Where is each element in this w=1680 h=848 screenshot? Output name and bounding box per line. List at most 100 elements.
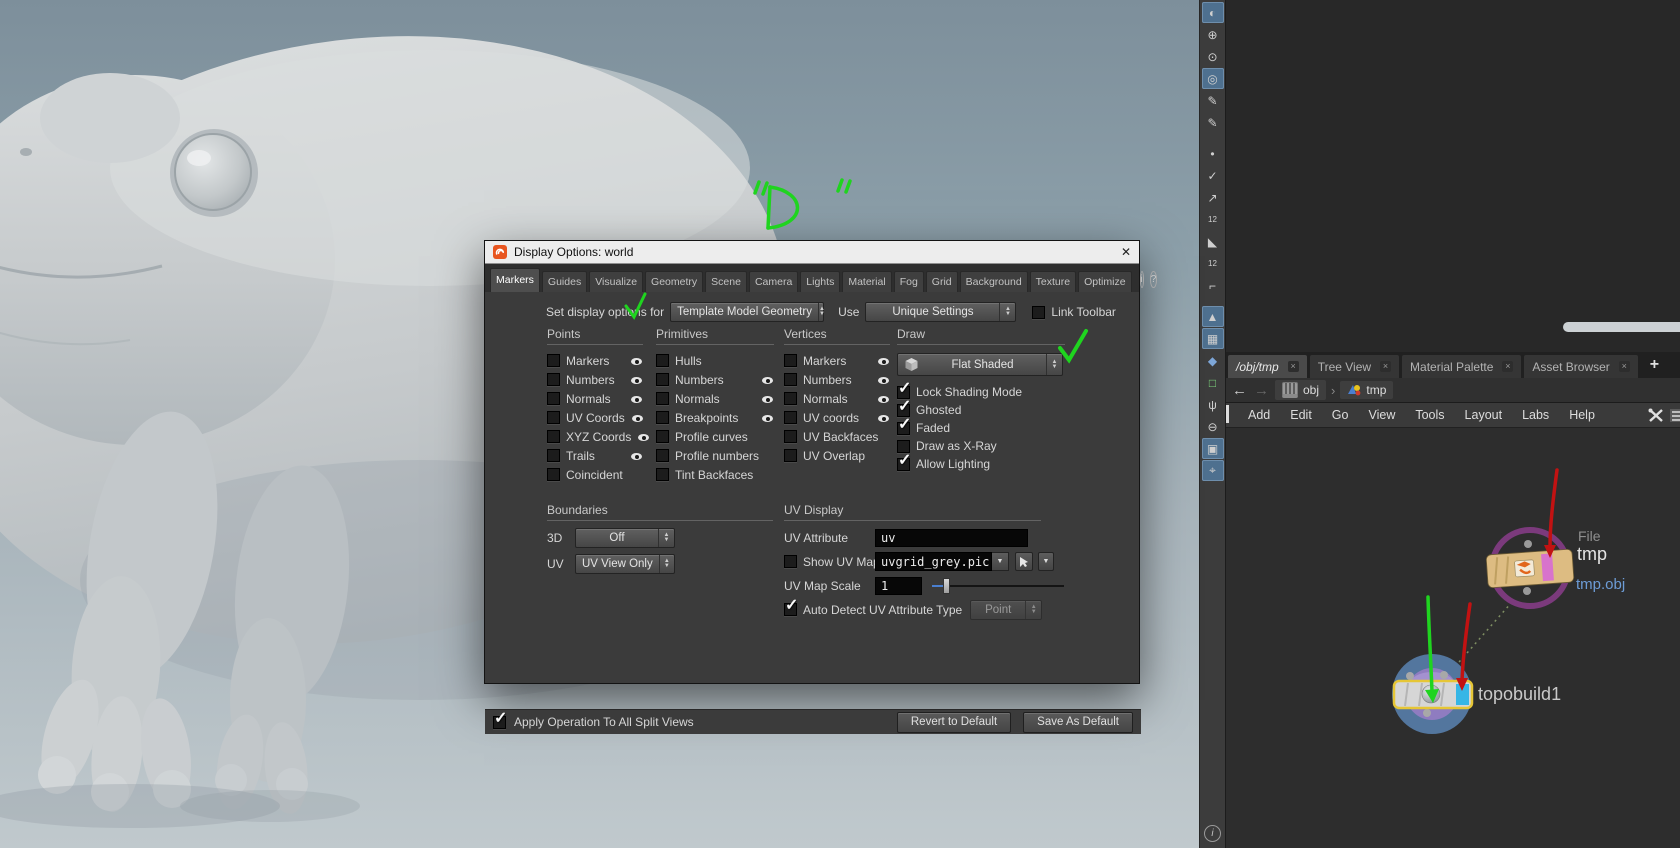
uv-attribute-input[interactable] [875, 529, 1028, 547]
node-name-label[interactable]: topobuild1 [1478, 684, 1561, 705]
spinner-icon[interactable]: ▲▼ [818, 303, 825, 321]
eye-icon[interactable] [630, 355, 643, 367]
node-topobuild1[interactable] [1392, 654, 1472, 734]
scrollbar-thumb[interactable] [1226, 405, 1229, 423]
close-icon[interactable]: ✕ [1121, 246, 1131, 258]
checkbox[interactable]: ✓ [784, 449, 797, 462]
checkbox[interactable]: ✓ [784, 354, 797, 367]
dialog-tab[interactable]: Grid [926, 271, 958, 292]
eye-icon[interactable] [637, 431, 643, 443]
forward-icon[interactable]: → [1253, 382, 1270, 399]
dialog-tab[interactable]: Camera [749, 271, 798, 292]
view-camera-icon[interactable]: ◎ [1202, 68, 1224, 89]
checkbox[interactable]: ✓ [784, 392, 797, 405]
dialog-tab[interactable]: Lights [800, 271, 840, 292]
dialog-tab[interactable]: Optimize [1078, 271, 1131, 292]
menu-item[interactable]: Layout [1455, 408, 1513, 422]
auto-detect-checkbox[interactable]: ✓ [784, 603, 797, 616]
dialog-tab[interactable]: Fog [894, 271, 924, 292]
eye-icon[interactable] [631, 412, 643, 424]
node-file-tmp[interactable] [1486, 530, 1574, 606]
close-tab-icon[interactable]: × [1502, 361, 1513, 372]
close-tab-icon[interactable]: × [1380, 361, 1391, 372]
uv-map-combo[interactable]: uvgrid_grey.pic ▼ [875, 552, 1009, 571]
checkbox[interactable]: ✓ [656, 373, 669, 386]
checkbox[interactable]: ✓ [656, 411, 669, 424]
checkbox[interactable]: ✓ [656, 468, 669, 481]
show-uv-map-checkbox[interactable]: ✓ [784, 555, 797, 568]
point-numbers-icon[interactable]: 12 [1202, 209, 1224, 230]
point-trails-icon[interactable]: ↗ [1202, 187, 1224, 208]
back-icon[interactable]: ← [1231, 382, 1248, 399]
pane-divider-handle[interactable] [1563, 322, 1680, 332]
eye-icon[interactable] [877, 355, 890, 367]
profile-curves-icon[interactable]: ⌐ [1202, 275, 1224, 296]
checkbox[interactable]: ✓ [784, 430, 797, 443]
eye-icon[interactable] [761, 412, 774, 424]
checkbox[interactable]: ✓ [897, 422, 910, 435]
pane-tab[interactable]: Tree View × [1310, 355, 1399, 378]
uv-overlay-icon[interactable]: □ [1202, 372, 1224, 393]
menu-item[interactable]: Labs [1512, 408, 1559, 422]
checkbox[interactable]: ✓ [547, 392, 560, 405]
uv-attribute-type-dropdown[interactable]: Point ▲▼ [970, 600, 1042, 620]
spinner-icon[interactable]: ▲▼ [999, 303, 1015, 321]
point-normals-icon[interactable]: ✓ [1202, 165, 1224, 186]
dialog-tab[interactable]: Geometry [645, 271, 703, 292]
spinner-icon[interactable]: ▲▼ [1046, 354, 1062, 375]
lamp-icon[interactable]: ◐ [1202, 2, 1224, 23]
checkbox[interactable]: ✓ [656, 430, 669, 443]
eye-icon[interactable] [630, 393, 643, 405]
dialog-tab[interactable]: Texture [1030, 271, 1076, 292]
uv-map-scale-slider[interactable] [932, 578, 1064, 594]
checkbox[interactable]: ✓ [897, 458, 910, 471]
boundary-3d-dropdown[interactable]: Off ▲▼ [575, 528, 675, 548]
uv-map-scale-input[interactable] [875, 577, 922, 595]
revert-to-default-button[interactable]: Revert to Default [897, 712, 1011, 733]
close-tab-icon[interactable]: × [1288, 361, 1299, 372]
spinner-icon[interactable]: ▲▼ [658, 529, 674, 547]
eye-icon[interactable] [877, 393, 890, 405]
dialog-tab[interactable]: Material [842, 271, 891, 292]
handles-icon[interactable]: ✎ [1202, 112, 1224, 133]
dialog-tab[interactable]: Background [960, 271, 1028, 292]
dialog-tab[interactable]: Markers [490, 268, 540, 292]
menu-item[interactable]: Add [1238, 408, 1280, 422]
checkbox[interactable]: ✓ [547, 430, 560, 443]
checkbox[interactable]: ✓ [656, 392, 669, 405]
checkbox[interactable]: ✓ [547, 411, 560, 424]
tools-icon[interactable] [1648, 408, 1664, 423]
eye-icon[interactable] [761, 374, 774, 386]
chevron-down-icon[interactable]: ▼ [992, 552, 1009, 571]
save-as-default-button[interactable]: Save As Default [1023, 712, 1133, 733]
menu-item[interactable]: Go [1322, 408, 1359, 422]
line-circle-icon[interactable]: ⊖ [1202, 416, 1224, 437]
spinner-icon[interactable]: ▲▼ [659, 555, 674, 573]
new-tab-button[interactable]: + [1641, 356, 1668, 374]
show-points-icon[interactable]: • [1202, 143, 1224, 164]
pane-tab[interactable]: Material Palette × [1402, 355, 1521, 378]
visualizer-pin-icon[interactable]: ⌖ [1202, 460, 1224, 481]
eye-icon[interactable] [877, 412, 890, 424]
boundary-uv-dropdown[interactable]: UV View Only ▲▼ [575, 554, 675, 574]
use-dropdown[interactable]: Unique Settings ▲▼ [865, 302, 1016, 322]
info-icon[interactable]: i [1204, 825, 1221, 842]
eye-icon[interactable] [877, 374, 890, 386]
dialog-tab[interactable]: Guides [542, 271, 587, 292]
checkbox[interactable]: ✓ [784, 411, 797, 424]
dialog-titlebar[interactable]: Display Options: world ✕ [485, 241, 1139, 264]
wire-prong-icon[interactable]: ψ [1202, 394, 1224, 415]
eye-icon[interactable] [761, 393, 774, 405]
panel-list-icon[interactable] [1670, 408, 1680, 423]
dialog-tab[interactable]: Scene [705, 271, 747, 292]
menu-item[interactable]: View [1358, 408, 1405, 422]
material-icon[interactable]: ◆ [1202, 350, 1224, 371]
network-canvas[interactable] [1226, 428, 1680, 848]
link-toolbar-checkbox[interactable]: ✓ [1032, 306, 1045, 319]
node-name-label[interactable]: tmp [1577, 544, 1607, 565]
checkbox[interactable]: ✓ [547, 373, 560, 386]
snapshot-icon[interactable]: ▣ [1202, 438, 1224, 459]
prim-numbers-icon[interactable]: 12 [1202, 253, 1224, 274]
menu-item[interactable]: Help [1559, 408, 1605, 422]
pane-tab[interactable]: /obj/tmp × [1228, 355, 1307, 378]
